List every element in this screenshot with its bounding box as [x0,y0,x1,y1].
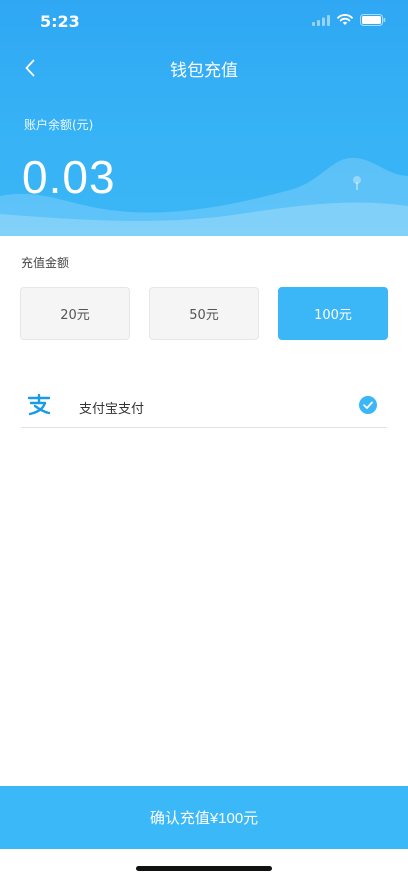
confirm-recharge-button[interactable]: 确认充值¥100元 [0,786,408,849]
balance-label: 账户余额(元) [24,118,94,132]
page-title: 钱包充值 [170,61,238,81]
amount-option-100[interactable]: 100元 [278,287,388,340]
check-icon[interactable] [359,396,377,414]
amount-option-20[interactable]: 20元 [20,287,130,340]
nav-bar: 钱包充值 [0,48,408,88]
header-banner: 5:23 钱包充值 账户余额(元) 0.03 [0,0,408,236]
payment-method-alipay[interactable]: 支付宝支付 [21,384,387,428]
balance-value: 0.03 [22,151,116,203]
amount-option-50[interactable]: 50元 [149,287,259,340]
recharge-amount-label: 充值金额 [21,256,70,270]
payment-method-label: 支付宝支付 [79,402,145,417]
status-bar: 5:23 [0,0,408,44]
home-indicator [136,866,272,871]
amount-options: 20元 50元 100元 [20,287,388,340]
status-icons [312,14,386,26]
status-time: 5:23 [40,12,80,31]
battery-icon [360,14,386,26]
wifi-icon [337,14,353,25]
alipay-icon [27,394,51,416]
signal-icon [312,14,330,26]
